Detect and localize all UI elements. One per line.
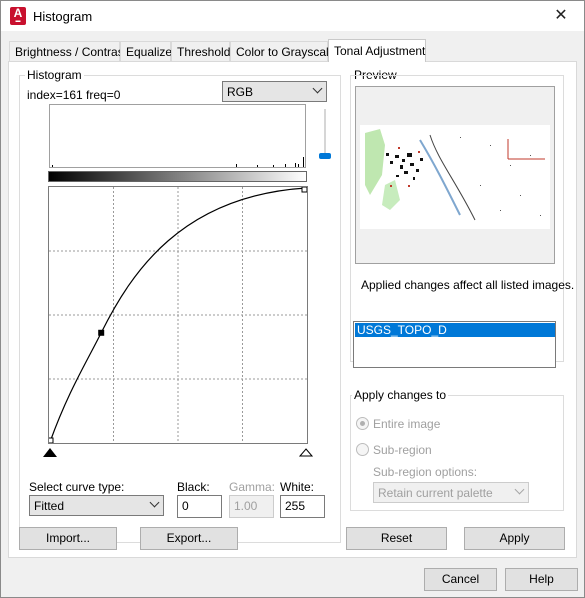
curve-start-point[interactable] (49, 437, 54, 443)
window-title: Histogram (33, 9, 93, 24)
sub-region-radio[interactable] (356, 443, 369, 456)
histogram-bars (52, 157, 304, 167)
tab-brightness-contrast[interactable]: Brightness / Contrast (9, 41, 127, 61)
gradient-bar (48, 171, 307, 182)
gamma-label: Gamma: (229, 480, 276, 494)
tab-color-to-grayscale[interactable]: Color to Grayscale (230, 41, 335, 61)
reset-button[interactable]: Reset (346, 527, 447, 550)
import-button[interactable]: Import... (19, 527, 117, 550)
list-item[interactable]: USGS_TOPO_D (355, 323, 555, 337)
curve-type-label: Select curve type: (29, 480, 125, 494)
white-input[interactable]: 255 (280, 495, 325, 518)
histogram-group-label: Histogram (25, 68, 84, 82)
white-point-marker-icon[interactable] (299, 448, 313, 457)
black-label: Black: (177, 480, 210, 494)
preview-image (360, 125, 550, 229)
histogram-graph (49, 104, 306, 168)
chevron-down-icon (514, 484, 525, 495)
tab-threshold[interactable]: Threshold (171, 41, 230, 61)
tonal-curve[interactable] (49, 187, 307, 443)
white-label: White: (280, 480, 315, 494)
autocad-app-icon: A ▬ (10, 7, 26, 25)
title-bar: A ▬ Histogram ✕ (1, 1, 584, 31)
sub-region-options-label: Sub-region options: (373, 465, 478, 479)
curve-control-point[interactable] (98, 329, 105, 336)
help-button[interactable]: Help (505, 568, 578, 591)
tab-tonal-adjustment[interactable]: Tonal Adjustment (328, 39, 426, 62)
apply-button[interactable]: Apply (464, 527, 565, 550)
histogram-info: index=161 freq=0 (27, 88, 121, 102)
chevron-down-icon (149, 497, 160, 508)
preview-note: Applied changes affect all listed images… (361, 278, 575, 292)
black-input[interactable]: 0 (177, 495, 222, 518)
curve-end-point[interactable] (301, 187, 307, 193)
channel-select[interactable]: RGB (222, 81, 327, 102)
chevron-down-icon (312, 83, 323, 94)
close-icon[interactable]: ✕ (538, 1, 584, 31)
black-point-marker-icon[interactable] (43, 448, 57, 457)
entire-image-label: Entire image (373, 417, 441, 431)
sub-region-label: Sub-region (373, 443, 432, 457)
histogram-scale-slider[interactable] (319, 153, 331, 159)
curve-type-select[interactable]: Fitted (29, 495, 164, 516)
apply-changes-group-label: Apply changes to (352, 388, 449, 402)
gamma-input[interactable]: 1.00 (229, 495, 274, 518)
tonal-curve-area[interactable] (48, 186, 308, 444)
image-list[interactable]: USGS_TOPO_D (353, 321, 556, 368)
histogram-dialog: A ▬ Histogram ✕ Brightness / Contrast Eq… (0, 0, 585, 598)
entire-image-radio[interactable] (356, 417, 369, 430)
tonal-adjustment-panel: Histogram index=161 freq=0 RGB Select cu… (8, 61, 577, 558)
export-button[interactable]: Export... (140, 527, 238, 550)
tab-equalize[interactable]: Equalize (120, 41, 172, 61)
palette-select[interactable]: Retain current palette (373, 482, 529, 503)
cancel-button[interactable]: Cancel (424, 568, 497, 591)
histogram-scale-track (324, 109, 326, 159)
preview-frame (355, 86, 555, 264)
